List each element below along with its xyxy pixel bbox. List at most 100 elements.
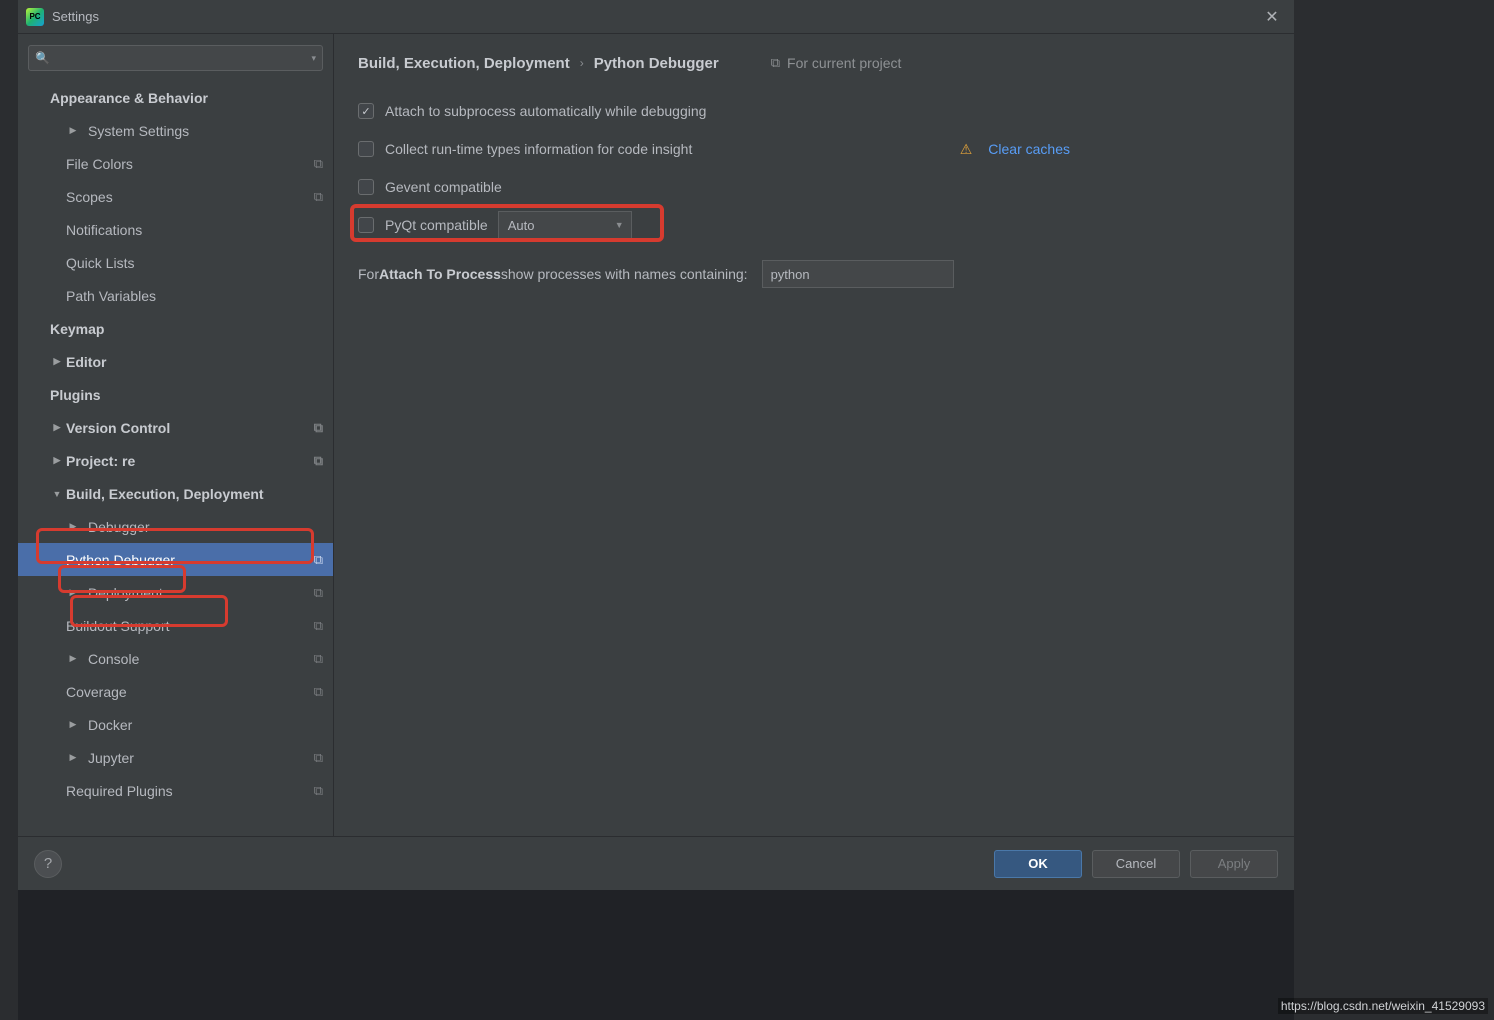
attach-process-row: For Attach To Process show processes wit… (358, 260, 1270, 288)
tree-item[interactable]: ▶Console⧉ (18, 642, 333, 675)
tree-item[interactable]: ▶ Version Control⧉ (18, 411, 333, 444)
settings-tree[interactable]: Appearance & Behavior ▶ System Settings Fil… (18, 79, 333, 836)
settings-sidebar: 🔍 ▾ Appearance & Behavior ▶ System Setting… (18, 34, 334, 836)
tree-item[interactable]: ▶Project: re⧉ (18, 444, 333, 477)
breadcrumb-parent[interactable]: Build, Execution, Deployment (358, 55, 570, 72)
tree-item-label: Python Debugger (66, 552, 314, 568)
project-scope-badge: ⧉ For current project (771, 55, 902, 71)
chevron-right-icon: ▶ (68, 521, 78, 532)
clear-caches-link[interactable]: Clear caches (988, 141, 1070, 157)
chevron-right-icon: ▶ (68, 587, 78, 598)
gevent-checkbox[interactable] (358, 179, 374, 195)
tree-item[interactable]: Buildout Support⧉ (18, 609, 333, 642)
search-input[interactable] (54, 51, 312, 65)
copy-icon: ⧉ (314, 783, 323, 799)
tree-item-label: Keymap (50, 321, 323, 337)
search-icon: 🔍 (35, 51, 50, 65)
help-button[interactable]: ? (34, 850, 62, 878)
copy-icon: ⧉ (314, 618, 323, 634)
settings-content: Build, Execution, Deployment › Python De… (334, 34, 1294, 836)
close-icon[interactable]: ✕ (1258, 7, 1286, 27)
tree-item[interactable]: Coverage⧉ (18, 675, 333, 708)
tree-item[interactable]: ▶ Debugger (18, 510, 333, 543)
chevron-right-icon: ▶ (52, 356, 62, 367)
tree-item[interactable]: Appearance & Behavior (18, 81, 333, 114)
tree-item-label: Console (88, 651, 314, 667)
chevron-right-icon: ▶ (52, 422, 62, 433)
tree-item-label: Appearance & Behavior (50, 90, 323, 106)
breadcrumb-current: Python Debugger (594, 55, 719, 72)
tree-item-label: Project: re (66, 453, 314, 469)
apply-button[interactable]: Apply (1190, 850, 1278, 878)
tree-item-label: Version Control (66, 420, 314, 436)
tree-item[interactable]: ▶ Editor (18, 345, 333, 378)
tree-item-label: Scopes (66, 189, 314, 205)
pyqt-checkbox[interactable] (358, 217, 374, 233)
tree-item[interactable]: Notifications (18, 213, 333, 246)
tree-item[interactable]: ▶ System Settings (18, 114, 333, 147)
copy-icon: ⧉ (314, 189, 323, 205)
dialog-footer: ? OK Cancel Apply (18, 836, 1294, 890)
tree-item-label: Editor (66, 354, 323, 370)
search-input-wrap[interactable]: 🔍 ▾ (28, 45, 323, 71)
copy-icon: ⧉ (314, 552, 323, 568)
pyqt-mode-select[interactable]: Auto ▼ (498, 211, 632, 239)
tree-item[interactable]: Path Variables (18, 279, 333, 312)
editor-right-background (1294, 0, 1494, 1020)
copy-icon: ⧉ (771, 55, 780, 71)
warning-icon: ⚠ (960, 141, 973, 158)
collect-runtime-checkbox[interactable] (358, 141, 374, 157)
copy-icon: ⧉ (314, 156, 323, 172)
chevron-down-icon: ▾ (311, 53, 316, 64)
attach-subprocess-label: Attach to subprocess automatically while… (385, 103, 706, 119)
titlebar: PC Settings ✕ (18, 0, 1294, 34)
tree-item[interactable]: ▶Jupyter⧉ (18, 741, 333, 774)
cancel-button[interactable]: Cancel (1092, 850, 1180, 878)
tree-item[interactable]: File Colors⧉ (18, 147, 333, 180)
process-filter-input[interactable] (762, 260, 954, 288)
tree-item-label: Notifications (66, 222, 323, 238)
project-scope-label: For current project (787, 55, 901, 71)
tree-item-label: Coverage (66, 684, 314, 700)
settings-dialog: PC Settings ✕ 🔍 ▾ Appearance & Behavior ▶… (18, 0, 1294, 890)
tree-item-label: File Colors (66, 156, 314, 172)
tree-item[interactable]: ▼Build, Execution, Deployment (18, 477, 333, 510)
tree-item[interactable]: ▶Deployment⧉ (18, 576, 333, 609)
apply-label: Apply (1218, 856, 1251, 871)
watermark: https://blog.csdn.net/weixin_41529093 (1278, 998, 1488, 1014)
tree-item-label: Quick Lists (66, 255, 323, 271)
chevron-right-icon: › (580, 56, 584, 70)
attach-subprocess-checkbox[interactable] (358, 103, 374, 119)
tree-item-label: Path Variables (66, 288, 323, 304)
tree-item[interactable]: Plugins (18, 378, 333, 411)
chevron-right-icon: ▶ (68, 752, 78, 763)
copy-icon: ⧉ (314, 750, 323, 766)
pyqt-label: PyQt compatible (385, 217, 488, 233)
tree-item[interactable]: Keymap (18, 312, 333, 345)
collect-runtime-label: Collect run-time types information for c… (385, 141, 692, 157)
gevent-label: Gevent compatible (385, 179, 502, 195)
chevron-down-icon: ▼ (615, 220, 624, 230)
copy-icon: ⧉ (314, 684, 323, 700)
tree-item[interactable]: Scopes⧉ (18, 180, 333, 213)
chevron-right-icon: ▶ (68, 125, 78, 136)
pyqt-mode-value: Auto (508, 218, 535, 233)
tree-item-label: Debugger (88, 519, 323, 535)
tree-item[interactable]: Quick Lists (18, 246, 333, 279)
tree-item-label: Plugins (50, 387, 323, 403)
tree-item-label: Buildout Support (66, 618, 314, 634)
tree-item[interactable]: Required Plugins⧉ (18, 774, 333, 807)
tree-item-label: System Settings (88, 123, 323, 139)
tree-item-label: Deployment (88, 585, 314, 601)
chevron-right-icon: ▶ (52, 455, 62, 466)
window-title: Settings (52, 9, 1258, 24)
tree-item[interactable]: ▶Docker (18, 708, 333, 741)
ok-button[interactable]: OK (994, 850, 1082, 878)
ok-label: OK (1028, 856, 1048, 871)
chevron-right-icon: ▶ (68, 719, 78, 730)
tree-item-label: Required Plugins (66, 783, 314, 799)
breadcrumb: Build, Execution, Deployment › Python De… (358, 48, 1270, 78)
tree-item-label: Build, Execution, Deployment (66, 486, 323, 502)
copy-icon: ⧉ (314, 420, 323, 436)
tree-item[interactable]: Python Debugger⧉ (18, 543, 333, 576)
